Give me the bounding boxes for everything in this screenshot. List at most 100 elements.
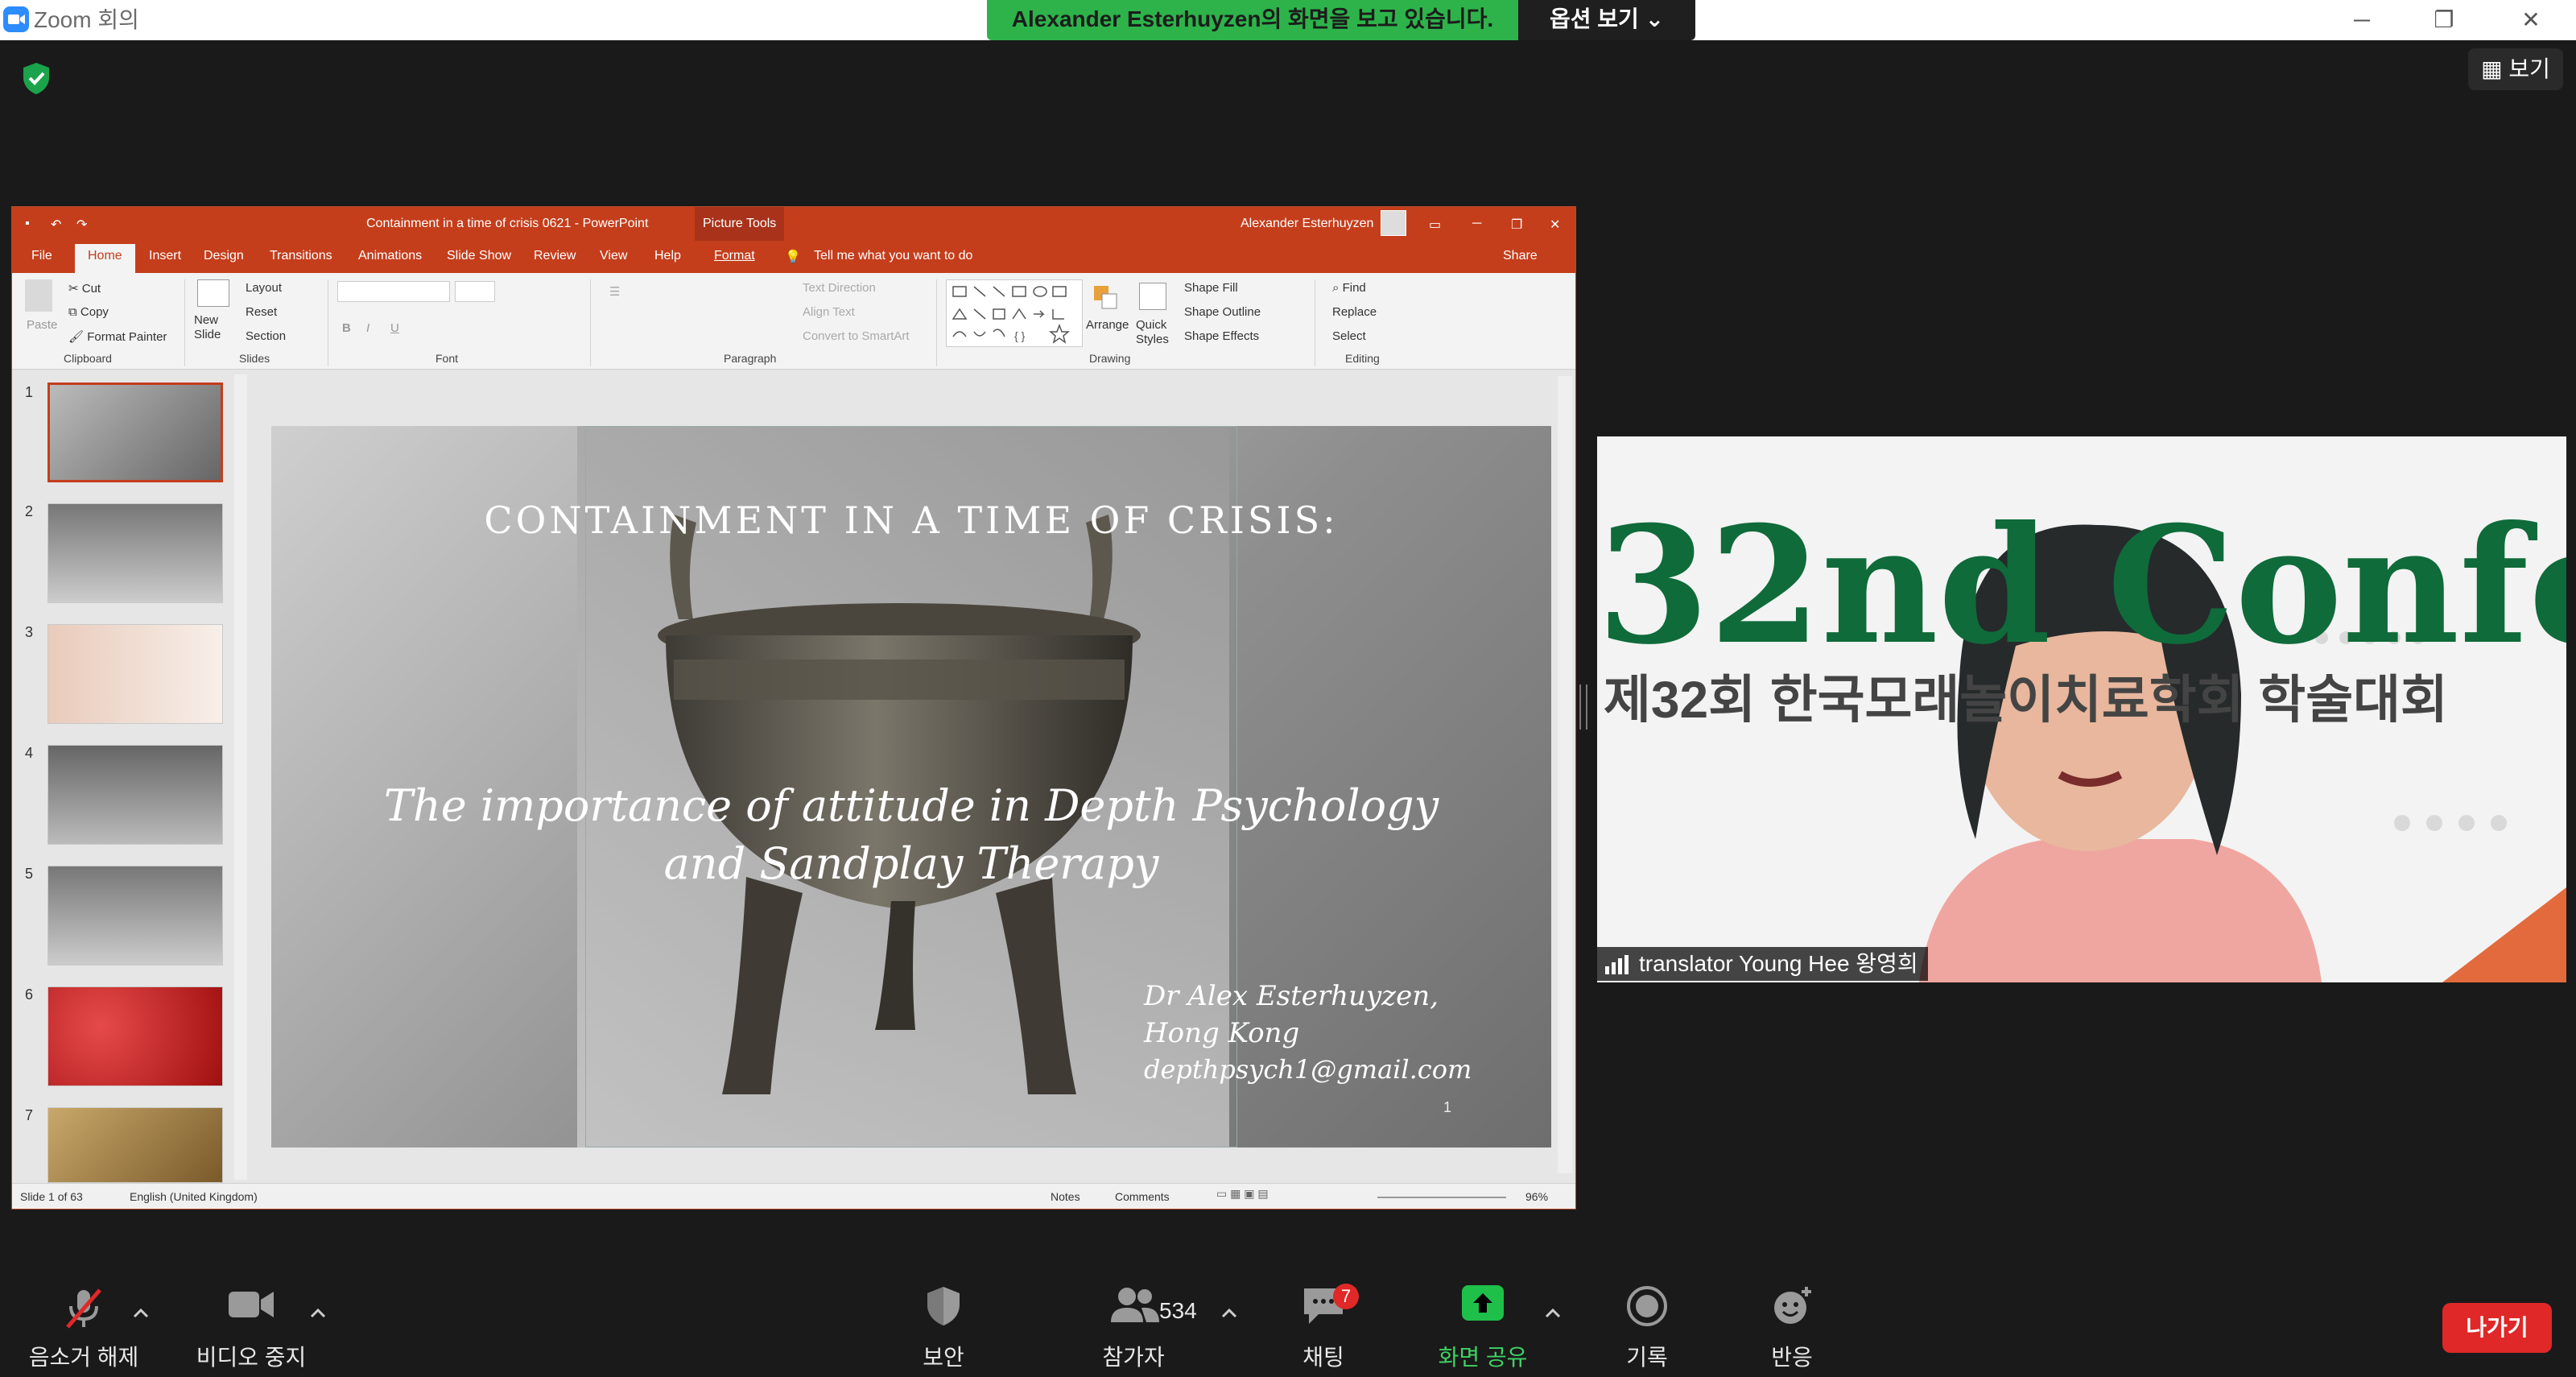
tab-transitions[interactable]: Transitions bbox=[270, 249, 332, 263]
zoom-level[interactable]: 96% bbox=[1525, 1190, 1548, 1203]
slide-subtitle-line2[interactable]: and Sandplay Therapy bbox=[271, 838, 1551, 889]
quick-styles-button[interactable]: Quick Styles bbox=[1136, 318, 1176, 347]
normal-view-icon[interactable]: ▭ ▦ ▣ ▤ bbox=[1216, 1187, 1269, 1201]
share-button[interactable]: Share bbox=[1503, 249, 1538, 263]
group-editing-label: Editing bbox=[1345, 352, 1380, 365]
tab-file[interactable]: File bbox=[31, 249, 52, 263]
share-screen-button[interactable]: 화면 공유 bbox=[1402, 1256, 1563, 1377]
shapes-gallery[interactable]: { } bbox=[946, 279, 1083, 347]
shape-effects-button[interactable]: Shape Effects bbox=[1184, 329, 1259, 343]
slide-scrollbar[interactable] bbox=[1558, 376, 1572, 1173]
share-options-caret-icon[interactable] bbox=[1541, 1301, 1565, 1325]
encryption-shield-icon[interactable] bbox=[21, 61, 52, 95]
text-direction-button[interactable]: Text Direction bbox=[803, 281, 876, 295]
reset-button[interactable]: Reset bbox=[246, 305, 277, 319]
cut-button[interactable]: ✂ Cut bbox=[68, 281, 101, 296]
tab-animations[interactable]: Animations bbox=[358, 249, 422, 263]
format-painter-button[interactable]: 🖌 Format Painter bbox=[68, 329, 167, 344]
user-avatar[interactable] bbox=[1381, 210, 1406, 236]
tab-insert[interactable]: Insert bbox=[149, 249, 181, 263]
undo-icon[interactable]: ↶ bbox=[51, 217, 61, 233]
redo-icon[interactable]: ↷ bbox=[76, 217, 87, 233]
security-button[interactable]: 보안 bbox=[863, 1256, 1024, 1377]
slide-email[interactable]: depthpsych1@gmail.com bbox=[1144, 1054, 1472, 1085]
ppt-ribbon-tabs: File Home Insert Design Transitions Anim… bbox=[12, 241, 1575, 273]
audio-options-caret-icon[interactable] bbox=[129, 1301, 153, 1325]
save-icon[interactable]: ▪ bbox=[25, 217, 30, 231]
chat-button[interactable]: 7 채팅 bbox=[1243, 1256, 1404, 1377]
language-status[interactable]: English (United Kingdom) bbox=[130, 1190, 258, 1203]
tab-design[interactable]: Design bbox=[204, 249, 244, 263]
underline-icon[interactable]: U bbox=[390, 321, 399, 335]
slide-canvas[interactable]: CONTAINMENT IN A TIME OF CRISIS: The imp… bbox=[271, 426, 1551, 1148]
paste-icon[interactable] bbox=[25, 279, 52, 312]
arrange-icon[interactable] bbox=[1092, 284, 1120, 312]
tab-help[interactable]: Help bbox=[654, 249, 681, 263]
layout-button[interactable]: Layout bbox=[246, 281, 282, 295]
ppt-minimize-button[interactable]: ─ bbox=[1472, 217, 1481, 231]
slide-thumbnail-5[interactable] bbox=[47, 866, 223, 966]
tell-me-input[interactable]: Tell me what you want to do bbox=[814, 249, 972, 263]
group-drawing-label: Drawing bbox=[1089, 352, 1131, 365]
shape-outline-button[interactable]: Shape Outline bbox=[1184, 305, 1261, 319]
view-layout-button[interactable]: ▦ 보기 bbox=[2468, 48, 2563, 90]
copy-button[interactable]: ⧉ Copy bbox=[68, 305, 109, 319]
slide-subtitle-line1[interactable]: The importance of attitude in Depth Psyc… bbox=[271, 780, 1551, 831]
replace-button[interactable]: Replace bbox=[1332, 305, 1377, 319]
slide-thumbnail-7[interactable] bbox=[47, 1107, 223, 1183]
slide-author[interactable]: Dr Alex Esterhuyzen, bbox=[1144, 980, 1439, 1012]
thumbnail-scrollbar[interactable] bbox=[234, 374, 247, 1180]
select-button[interactable]: Select bbox=[1332, 329, 1366, 343]
splitter-handle[interactable] bbox=[1579, 684, 1587, 730]
zoom-slider[interactable] bbox=[1377, 1197, 1506, 1198]
restore-button[interactable]: ❐ bbox=[2420, 5, 2468, 35]
tab-home[interactable]: Home bbox=[75, 244, 135, 273]
video-options-caret-icon[interactable] bbox=[306, 1301, 330, 1325]
ppt-restore-button[interactable]: ❐ bbox=[1511, 217, 1522, 233]
bold-icon[interactable]: B bbox=[342, 321, 351, 335]
quick-styles-icon[interactable] bbox=[1139, 283, 1166, 310]
italic-icon[interactable]: I bbox=[366, 321, 369, 335]
tab-view[interactable]: View bbox=[600, 249, 627, 263]
participant-video[interactable]: 32nd Conference 제32회 한국모래놀이치료학회 학술대회 bbox=[1597, 436, 2566, 982]
ppt-close-button[interactable]: ✕ bbox=[1550, 217, 1560, 233]
tab-review[interactable]: Review bbox=[534, 249, 576, 263]
unmute-label: 음소거 해제 bbox=[28, 1345, 139, 1370]
record-label: 기록 bbox=[1626, 1345, 1668, 1370]
slide-thumbnail-2[interactable] bbox=[47, 503, 223, 603]
participants-caret-icon[interactable] bbox=[1217, 1301, 1241, 1325]
font-size-field[interactable] bbox=[455, 281, 495, 302]
view-layout-label: 보기 bbox=[2508, 56, 2550, 81]
new-slide-button[interactable]: New Slide bbox=[194, 313, 242, 342]
tab-slide-show[interactable]: Slide Show bbox=[447, 249, 511, 263]
minimize-button[interactable]: ─ bbox=[2338, 5, 2386, 35]
find-button[interactable]: ⌕ Find bbox=[1332, 281, 1366, 295]
arrange-button[interactable]: Arrange bbox=[1086, 318, 1129, 332]
convert-smartart-button[interactable]: Convert to SmartArt bbox=[803, 329, 910, 343]
slide-title[interactable]: CONTAINMENT IN A TIME OF CRISIS: bbox=[271, 498, 1551, 542]
slide-thumbnail-1[interactable] bbox=[47, 382, 223, 482]
reactions-button[interactable]: 반응 bbox=[1711, 1256, 1872, 1377]
align-text-button[interactable]: Align Text bbox=[803, 305, 855, 319]
font-name-field[interactable] bbox=[337, 281, 450, 302]
slide-location[interactable]: Hong Kong bbox=[1144, 1017, 1299, 1049]
leave-meeting-button[interactable]: 나가기 bbox=[2442, 1303, 2552, 1353]
shape-fill-button[interactable]: Shape Fill bbox=[1184, 281, 1238, 295]
section-button[interactable]: Section bbox=[246, 329, 286, 343]
ribbon-display-icon[interactable]: ▭ bbox=[1429, 217, 1441, 233]
bullets-icon[interactable]: ☰ bbox=[609, 284, 620, 299]
notes-button[interactable]: Notes bbox=[1051, 1190, 1080, 1203]
record-button[interactable]: 기록 bbox=[1567, 1256, 1728, 1377]
new-slide-icon[interactable] bbox=[197, 279, 229, 307]
view-options-label: 옵션 보기 bbox=[1549, 6, 1639, 31]
participants-label: 참가자 bbox=[1102, 1345, 1165, 1370]
tab-format[interactable]: Format bbox=[714, 249, 755, 263]
slide-thumbnail-4[interactable] bbox=[47, 745, 223, 845]
close-window-button[interactable]: ✕ bbox=[2507, 5, 2555, 35]
comments-button[interactable]: Comments bbox=[1115, 1190, 1170, 1203]
paste-button[interactable]: Paste bbox=[27, 318, 57, 332]
slide-thumbnail-3[interactable] bbox=[47, 624, 223, 724]
participants-button[interactable]: 534 참가자 bbox=[1053, 1256, 1214, 1377]
view-options-button[interactable]: 옵션 보기 ⌄ bbox=[1518, 0, 1695, 40]
slide-thumbnail-6[interactable] bbox=[47, 986, 223, 1086]
